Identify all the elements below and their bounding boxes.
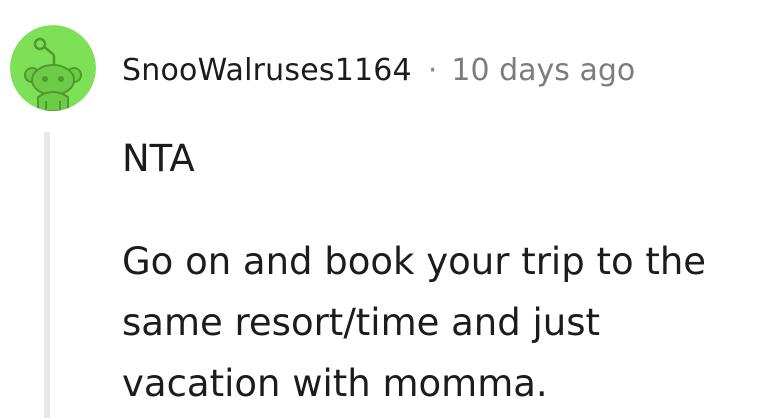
comment-paragraph: NTA <box>122 137 195 180</box>
comment: SnooWalruses1164 · 10 days ago NTA Go on… <box>0 0 764 418</box>
meta-separator: · <box>427 52 438 88</box>
comment-body: NTA Go on and book your trip to the same… <box>122 128 754 414</box>
thread-collapse-line[interactable] <box>44 132 50 418</box>
comment-paragraph: Go on and book your trip to the same res… <box>122 240 707 405</box>
comment-timestamp[interactable]: 10 days ago <box>451 53 635 88</box>
author-username[interactable]: SnooWalruses1164 <box>122 53 412 88</box>
snoo-avatar-svg <box>10 25 96 111</box>
comment-meta: SnooWalruses1164 · 10 days ago <box>122 50 635 90</box>
snoo-avatar-icon[interactable] <box>10 25 96 111</box>
